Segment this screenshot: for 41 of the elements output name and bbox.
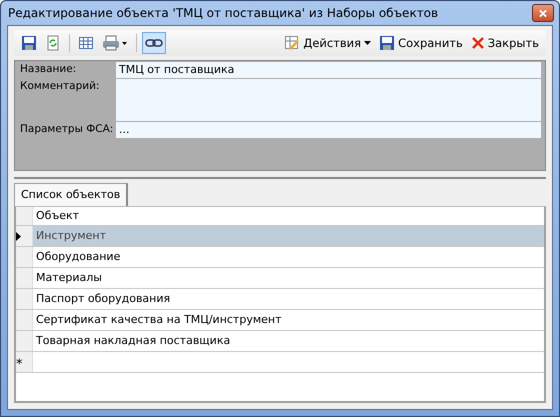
- edit-grid-icon: [284, 35, 300, 51]
- new-row-marker: *: [16, 356, 22, 372]
- row-header-cell[interactable]: [16, 331, 33, 351]
- window-title: Редактирование объекта 'ТМЦ от поставщика' из Наборы объектов: [8, 6, 440, 20]
- table-icon: [78, 35, 94, 51]
- row-header-cell[interactable]: [16, 268, 33, 288]
- field-label: Название:: [19, 62, 78, 77]
- close-icon: [470, 36, 485, 50]
- actions-menu-button[interactable]: Действия: [281, 32, 374, 54]
- caret-icon: [364, 41, 372, 45]
- field-label: Параметры ФСА:: [19, 122, 114, 137]
- row-header-cell[interactable]: [16, 310, 33, 330]
- table-row[interactable]: Материалы: [16, 268, 544, 289]
- text-field[interactable]: ТМЦ от поставщика: [116, 62, 541, 78]
- text-field[interactable]: ...: [116, 122, 541, 138]
- table-row[interactable]: Паспорт оборудования: [16, 289, 544, 310]
- table-row[interactable]: Товарная накладная поставщика: [16, 331, 544, 352]
- close-window-button[interactable]: [532, 4, 554, 22]
- refresh-icon: [45, 35, 61, 51]
- chain-link-icon: [145, 38, 163, 48]
- table-cell-text: Оборудование: [35, 249, 122, 265]
- comment-field[interactable]: [116, 79, 541, 121]
- save-button[interactable]: Сохранить: [376, 32, 466, 54]
- row-header-cell[interactable]: [16, 247, 33, 267]
- field-label: Комментарий:: [19, 79, 100, 94]
- printer-icon: [102, 35, 128, 51]
- row-header-cell[interactable]: [16, 289, 33, 309]
- table-cell-text: Материалы: [35, 270, 103, 286]
- table-row[interactable]: Сертификат качества на ТМЦ/инструмент: [16, 310, 544, 331]
- close-icon: [539, 8, 547, 18]
- table-cell-text: Паспорт оборудования: [35, 291, 172, 307]
- table-row[interactable]: Оборудование: [16, 247, 544, 268]
- column-header[interactable]: Объект: [33, 207, 544, 225]
- row-header-cell: [16, 207, 33, 225]
- current-row-icon: [16, 232, 21, 240]
- table-cell-text: Товарная накладная поставщика: [35, 333, 232, 349]
- tab[interactable]: Список объектов: [14, 183, 128, 206]
- link-toggle-button[interactable]: [142, 32, 166, 54]
- row-header-cell[interactable]: [16, 226, 33, 246]
- table-cell-text: Сертификат качества на ТМЦ/инструмент: [35, 312, 282, 328]
- close-button[interactable]: Закрыть: [468, 32, 542, 54]
